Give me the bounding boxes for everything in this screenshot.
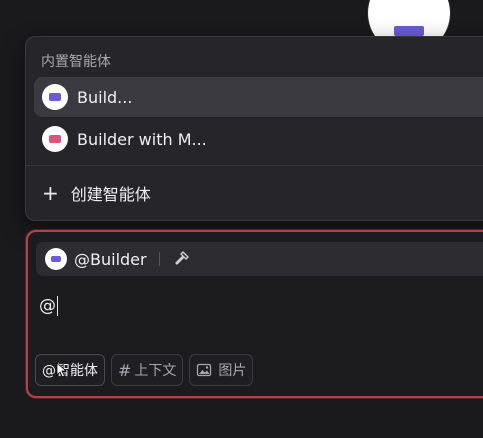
message-input[interactable]: @ <box>39 296 58 316</box>
section-title: 内置智能体 <box>41 54 111 70</box>
hash-icon: # <box>118 360 132 380</box>
agent-option-build[interactable]: Build... <box>34 77 483 117</box>
agent-dropdown: 内置智能体 Build... Builder with M... + 创建智能体 <box>25 36 483 221</box>
selected-agent-chip[interactable]: @Builder <box>36 242 483 276</box>
plus-icon: + <box>42 181 59 205</box>
agent-option-builder-with-m[interactable]: Builder with M... <box>34 119 483 159</box>
agent-avatar-icon <box>45 248 67 270</box>
context-button[interactable]: # 上下文 <box>111 354 184 386</box>
image-label: 图片 <box>218 363 247 379</box>
mention-agent-button[interactable]: @智能体 <box>35 354 105 386</box>
divider <box>26 165 483 166</box>
image-icon <box>197 363 212 377</box>
agent-chip-name: @Builder <box>74 249 147 269</box>
agent-avatar-mark <box>51 256 61 262</box>
agent-avatar-mark <box>394 26 424 36</box>
mouse-cursor-icon <box>56 362 68 378</box>
agent-option-label: Build... <box>77 87 133 107</box>
context-label: 上下文 <box>134 363 177 379</box>
message-composer[interactable]: @Builder @ @智能体 # 上下文 图片 <box>26 230 483 398</box>
create-agent-button[interactable]: + 创建智能体 <box>42 179 151 207</box>
agent-avatar-icon <box>42 126 68 152</box>
image-button[interactable]: 图片 <box>189 354 254 386</box>
text-caret <box>57 296 58 316</box>
mention-agent-label: @智能体 <box>42 363 98 379</box>
message-input-value: @ <box>39 296 56 316</box>
agent-avatar-icon <box>42 84 68 110</box>
create-agent-label: 创建智能体 <box>70 185 151 204</box>
divider <box>158 252 160 266</box>
hammer-icon[interactable] <box>172 249 192 269</box>
agent-option-label: Builder with M... <box>77 129 207 149</box>
agent-avatar-mark <box>49 93 61 101</box>
agent-avatar-mark <box>49 135 61 143</box>
